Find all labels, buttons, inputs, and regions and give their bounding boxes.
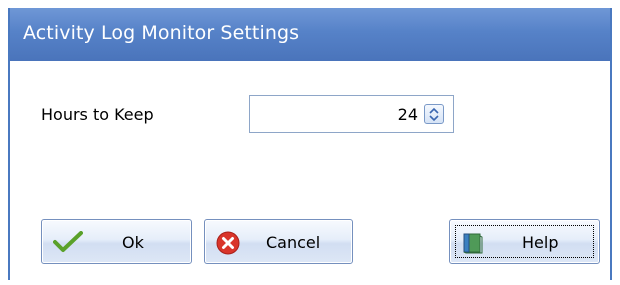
- spin-up-down-button[interactable]: [424, 104, 444, 124]
- cancel-button-label: Cancel: [266, 233, 321, 252]
- hours-to-keep-value[interactable]: 24: [398, 105, 418, 124]
- hours-to-keep-spinner[interactable]: 24: [249, 95, 454, 133]
- hours-to-keep-label: Hours to Keep: [41, 105, 154, 124]
- ok-button-label: Ok: [122, 233, 144, 252]
- help-button[interactable]: Help: [449, 219, 600, 264]
- settings-dialog: Activity Log Monitor Settings Hours to K…: [8, 8, 612, 280]
- help-button-label: Help: [522, 233, 559, 252]
- cancel-x-icon: [216, 231, 240, 255]
- up-down-spin-icon: [429, 107, 439, 122]
- checkmark-icon: [53, 231, 83, 252]
- dialog-title: Activity Log Monitor Settings: [23, 22, 300, 44]
- title-bar[interactable]: Activity Log Monitor Settings: [10, 8, 610, 61]
- ok-button[interactable]: Ok: [41, 219, 192, 264]
- cancel-button[interactable]: Cancel: [204, 219, 353, 264]
- help-book-icon: [463, 233, 483, 254]
